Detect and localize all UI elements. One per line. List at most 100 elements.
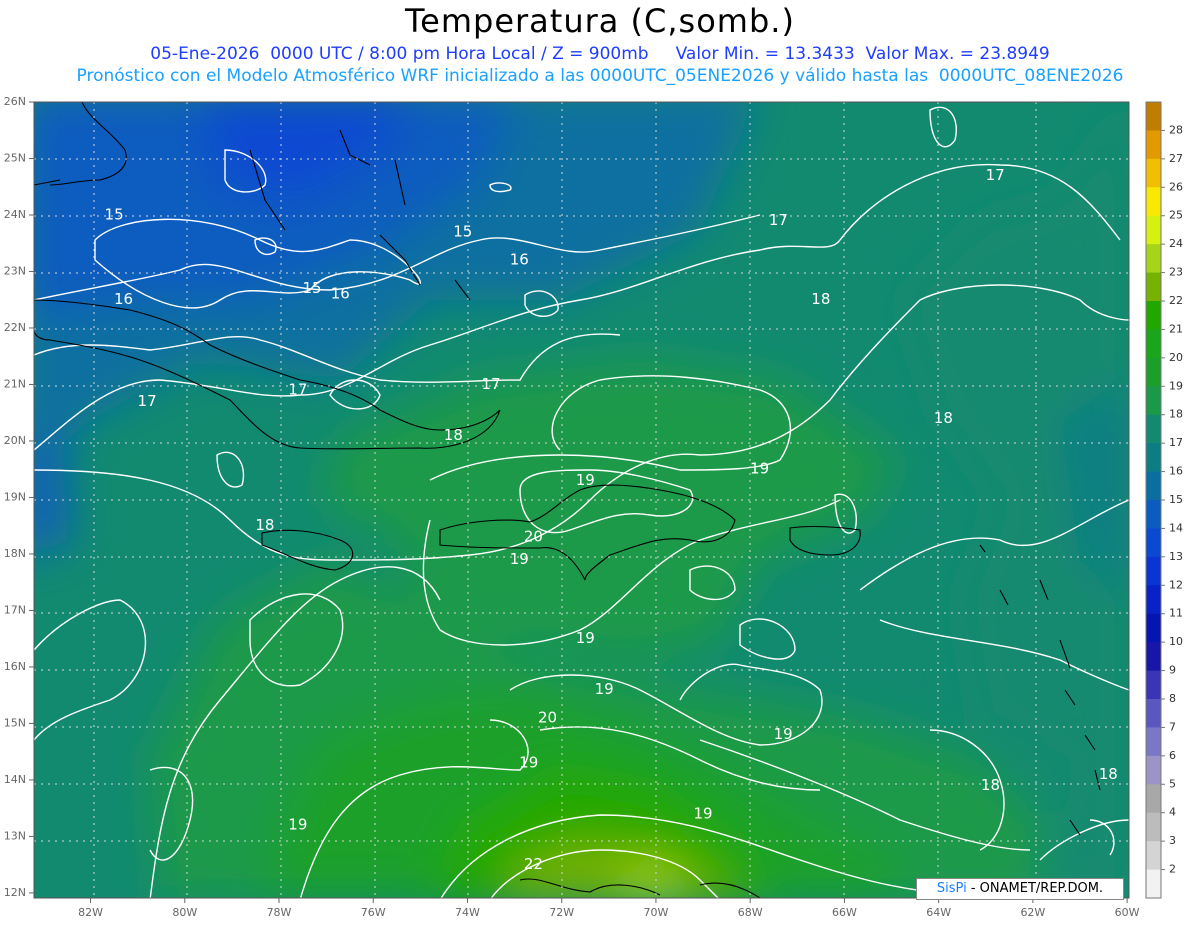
colorbar-label: 2 [1169, 863, 1176, 876]
contour-label: 19 [519, 753, 538, 771]
colorbar-label: 13 [1169, 550, 1183, 563]
contour-label: 15 [453, 222, 472, 240]
colorbar-label: 21 [1169, 322, 1183, 335]
lon-label: 76W [361, 906, 386, 919]
colorbar-swatch [1146, 244, 1161, 274]
colorbar-label: 8 [1169, 692, 1176, 705]
lon-label: 66W [832, 906, 857, 919]
contour-label: 17 [288, 381, 307, 399]
contour-label: 19 [510, 550, 529, 568]
colorbar-label: 12 [1169, 578, 1183, 591]
lat-label: 17N [4, 603, 26, 616]
colorbar-swatch [1146, 414, 1161, 444]
lat-label: 20N [4, 434, 26, 447]
lat-label: 18N [4, 547, 26, 560]
colorbar-swatch [1146, 443, 1161, 473]
colorbar-swatch [1146, 301, 1161, 330]
lon-label: 64W [926, 906, 951, 919]
colorbar-swatch [1146, 670, 1161, 700]
colorbar-swatch [1146, 841, 1161, 871]
contour-label: 17 [481, 375, 500, 393]
colorbar-swatch [1146, 187, 1161, 217]
map-title: Temperatura (C,somb.) [405, 2, 795, 40]
colorbar-label: 7 [1169, 720, 1176, 733]
lat-label: 12N [4, 886, 26, 899]
sispi-logo: SisPi [936, 881, 967, 896]
colorbar-swatch [1146, 386, 1161, 416]
lat-label: 19N [4, 490, 26, 503]
colorbar-label: 3 [1169, 834, 1176, 847]
temperature-map: 15 15 15 16 16 16 17 17 17 17 17 18 18 18 18 18 18 19 19 19… [4, 95, 1183, 919]
lat-label: 14N [4, 773, 26, 786]
contour-label: 18 [444, 426, 463, 444]
lon-label: 78W [267, 906, 292, 919]
credit-org: - ONAMET/REP.DOM. [970, 881, 1104, 896]
contour-label: 16 [510, 251, 529, 269]
contour-label: 18 [811, 290, 830, 308]
colorbar-swatch [1146, 784, 1161, 814]
lon-label: 62W [1020, 906, 1045, 919]
colorbar-label: 16 [1169, 465, 1183, 478]
contour-label: 19 [576, 471, 595, 489]
contour-label: 22 [524, 855, 543, 873]
colorbar-swatch [1146, 215, 1161, 245]
contour-label: 19 [595, 680, 614, 698]
run-info-line: 05-Ene-2026 0000 UTC / 8:00 pm Hora Loca… [150, 44, 1050, 64]
lon-label: 68W [738, 906, 763, 919]
contour-label: 17 [138, 392, 157, 410]
colorbar-label: 22 [1169, 294, 1183, 307]
lat-label: 16N [4, 660, 26, 673]
colorbar-label: 24 [1169, 237, 1183, 250]
colorbar-swatch [1146, 102, 1161, 131]
contour-label: 19 [288, 816, 307, 834]
colorbar-swatch [1146, 329, 1161, 359]
latitude-labels: 26N 25N 24N 23N 22N 21N 20N 19N 18N 17N 16N 15N 14N 1… [4, 95, 34, 899]
contour-label: 18 [255, 516, 274, 534]
colorbar-swatch [1146, 727, 1161, 757]
colorbar-swatch [1146, 130, 1161, 160]
colorbar-label: 4 [1169, 806, 1176, 819]
colorbar: 2827262524232221201918171615141312111098… [1145, 101, 1183, 899]
colorbar-label: 17 [1169, 436, 1183, 449]
contour-label: 18 [981, 776, 1000, 794]
contour-label: 20 [538, 708, 557, 726]
credit-box: SisPi - ONAMET/REP.DOM. [916, 878, 1124, 900]
lat-label: 21N [4, 377, 26, 390]
colorbar-label: 6 [1169, 749, 1176, 762]
colorbar-swatch [1146, 869, 1161, 899]
colorbar-label: 11 [1169, 607, 1183, 620]
colorbar-label: 15 [1169, 493, 1183, 506]
model-info-line: Pronóstico con el Modelo Atmosférico WRF… [76, 66, 1124, 86]
contour-label: 20 [524, 528, 543, 546]
colorbar-label: 18 [1169, 408, 1183, 421]
contour-label: 15 [105, 205, 124, 223]
lat-label: 24N [4, 208, 26, 221]
colorbar-swatch [1146, 755, 1161, 785]
lon-label: 70W [644, 906, 669, 919]
colorbar-swatch [1146, 812, 1161, 842]
lon-label: 80W [172, 906, 197, 919]
colorbar-swatch [1146, 642, 1161, 672]
lat-label: 23N [4, 264, 26, 277]
colorbar-label: 26 [1169, 180, 1183, 193]
lat-label: 13N [4, 829, 26, 842]
contour-label: 16 [114, 290, 133, 308]
contour-label: 18 [934, 409, 953, 427]
colorbar-label: 9 [1169, 664, 1176, 677]
contour-label: 19 [750, 460, 769, 478]
contour-label: 18 [1099, 765, 1118, 783]
colorbar-label: 23 [1169, 266, 1183, 279]
colorbar-swatch [1146, 272, 1161, 302]
contour-label: 17 [986, 166, 1005, 184]
contour-label: 15 [302, 279, 321, 297]
colorbar-label: 14 [1169, 521, 1183, 534]
colorbar-swatch [1146, 613, 1161, 643]
lat-label: 22N [4, 321, 26, 334]
lat-label: 26N [4, 95, 26, 108]
colorbar-label: 25 [1169, 209, 1183, 222]
colorbar-label: 19 [1169, 379, 1183, 392]
colorbar-swatch [1146, 699, 1161, 728]
contour-label: 19 [774, 725, 793, 743]
colorbar-swatch [1146, 585, 1161, 615]
colorbar-label: 20 [1169, 351, 1183, 364]
